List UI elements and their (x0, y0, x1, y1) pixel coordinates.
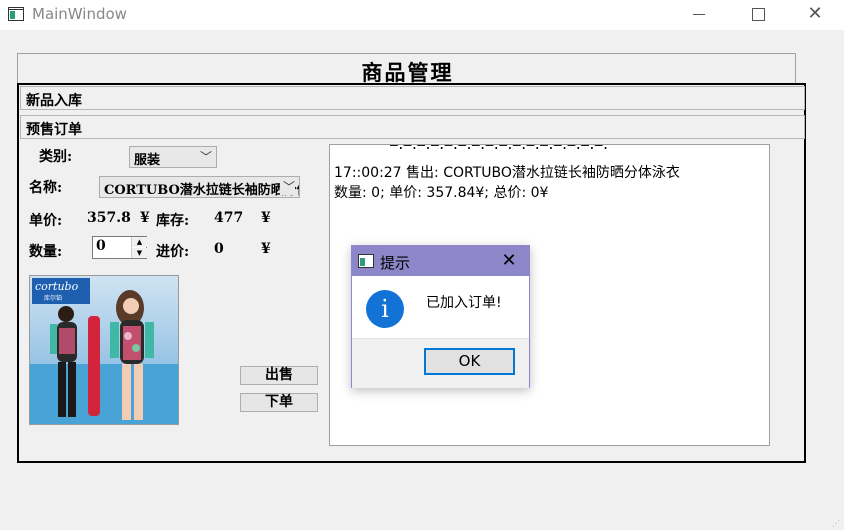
spin-up-button[interactable]: ▲ (132, 237, 147, 247)
app-icon (8, 7, 24, 21)
section-presale-label: 预售订单 (26, 122, 82, 138)
app-icon (358, 254, 374, 268)
log-separator: —.—.—.—.—.—.—.—.—.—.—.—.—.—.—.—. (390, 144, 609, 153)
name-value: CORTUBO潜水拉链长袖防晒分体泳衣 (104, 183, 299, 198)
cost-currency: ¥ (261, 241, 271, 257)
maximize-icon (752, 8, 765, 21)
sell-button[interactable]: 出售 (240, 366, 318, 385)
quantity-label: 数量: (29, 244, 63, 260)
name-label: 名称: (29, 180, 63, 196)
quantity-value: 0 (96, 238, 106, 254)
dialog-titlebar: 提示 ✕ (352, 246, 529, 276)
close-button[interactable]: ✕ (792, 0, 838, 30)
stock-currency: ¥ (261, 210, 271, 226)
section-presale[interactable]: 预售订单 (20, 115, 805, 139)
category-label: 类别: (39, 149, 73, 165)
ok-button[interactable]: OK (424, 348, 515, 375)
resize-grip-icon[interactable]: ⋰ (832, 519, 842, 529)
minimize-button[interactable] (676, 0, 722, 30)
info-dialog: 提示 ✕ i 已加入订单! OK (351, 245, 530, 388)
price-label: 单价: (29, 213, 63, 229)
log-line: 17::00:27 售出: CORTUBO潜水拉链长袖防晒分体泳衣 (334, 165, 680, 181)
section-new-stock[interactable]: 新品入库 (20, 86, 805, 110)
header-banner: 商品管理 (17, 53, 796, 85)
category-value: 服装 (134, 153, 161, 168)
window-titlebar: MainWindow ✕ (0, 0, 844, 30)
close-icon: ✕ (807, 3, 823, 24)
spinner: ▲ ▼ (131, 237, 147, 258)
log-line: 数量: 0; 单价: 357.84¥; 总价: 0¥ (334, 185, 549, 201)
photo-brand: cortubo (35, 280, 79, 293)
info-icon: i (366, 290, 404, 328)
order-button[interactable]: 下单 (240, 393, 318, 412)
product-image: cortubo 库尔铂 (29, 275, 179, 425)
chevron-down-icon: ﹀ (196, 148, 212, 165)
category-select[interactable]: 服装 ﹀ (129, 146, 217, 168)
photo-brand-sub: 库尔铂 (44, 294, 62, 302)
window-title: MainWindow (32, 5, 127, 23)
dialog-title: 提示 (380, 254, 411, 272)
close-icon: ✕ (501, 250, 517, 271)
price-value: 357.8 (87, 210, 131, 226)
dialog-close-button[interactable]: ✕ (495, 249, 523, 273)
stock-value: 477 (214, 210, 244, 226)
quantity-stepper[interactable]: 0 ▲ ▼ (92, 236, 147, 259)
maximize-button[interactable] (734, 0, 780, 30)
stock-label: 库存: (156, 213, 190, 229)
cost-label: 进价: (156, 244, 190, 260)
section-new-stock-label: 新品入库 (26, 93, 82, 109)
price-currency: ¥ (140, 210, 150, 226)
spin-down-button[interactable]: ▼ (132, 248, 147, 258)
cost-value: 0 (214, 241, 224, 257)
minimize-icon (693, 14, 705, 15)
dialog-message: 已加入订单! (426, 295, 502, 311)
dialog-footer: OK (352, 338, 529, 388)
chevron-down-icon: ﹀ (279, 178, 295, 195)
swimsuit-photo: cortubo 库尔铂 (30, 276, 178, 424)
name-select[interactable]: CORTUBO潜水拉链长袖防晒分体泳衣 ﹀ (99, 176, 300, 198)
